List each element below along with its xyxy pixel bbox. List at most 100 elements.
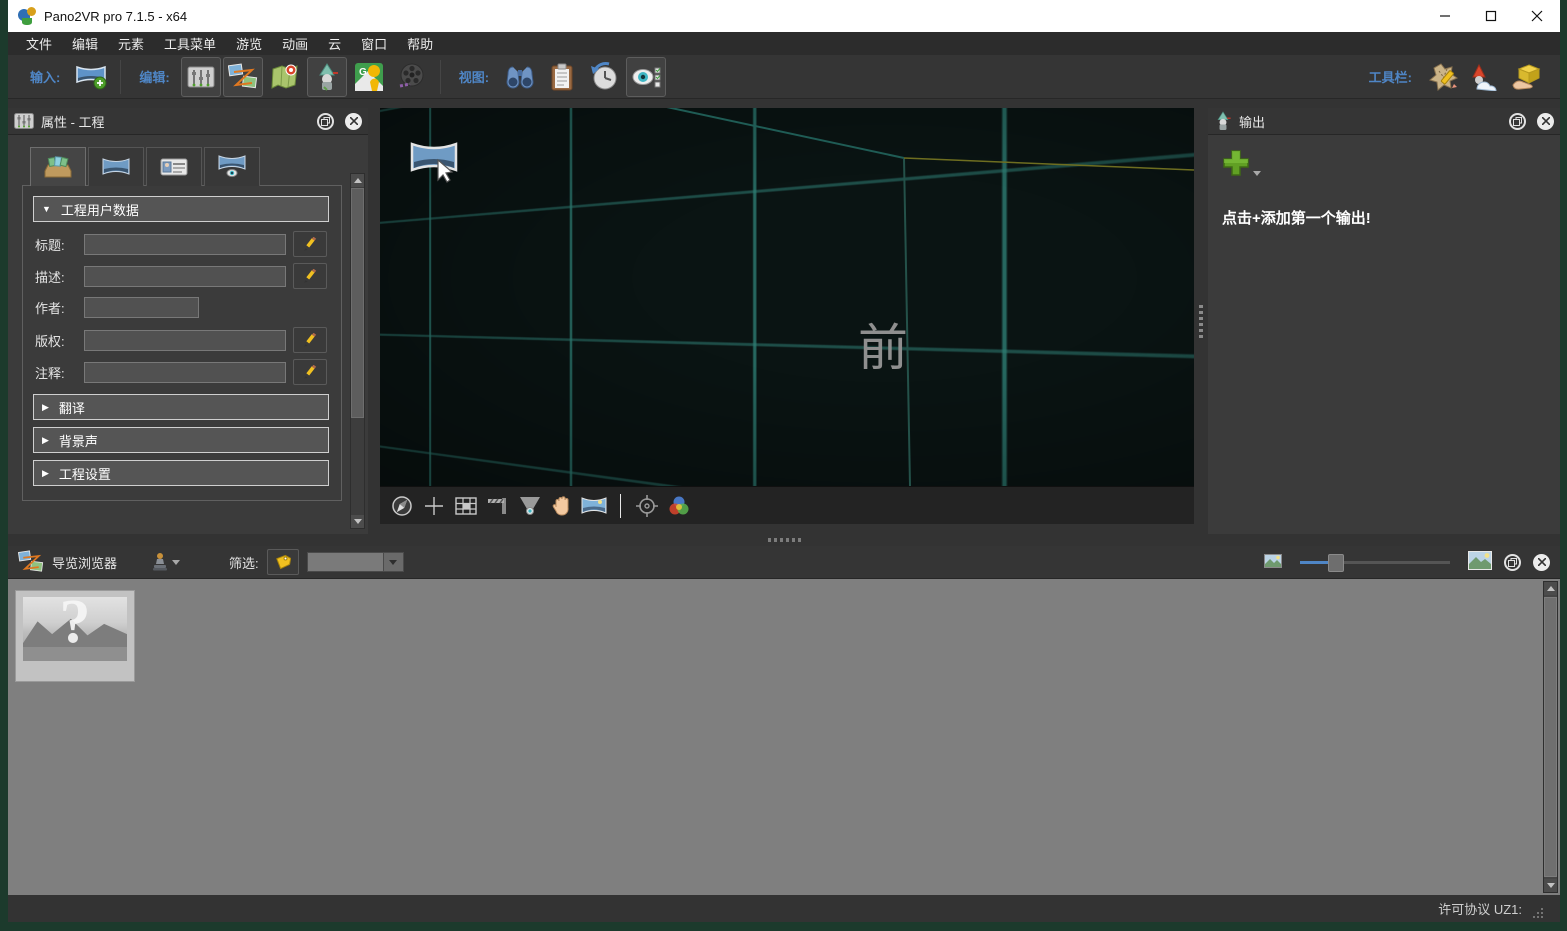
toolbar-separator — [120, 60, 121, 94]
stamp-filter-button[interactable] — [151, 552, 181, 572]
add-node-icon[interactable] — [418, 492, 450, 520]
edit-comment-button[interactable] — [293, 359, 327, 385]
properties-panel-icon[interactable] — [181, 57, 221, 97]
resize-grip[interactable] — [1532, 907, 1544, 919]
map-icon[interactable] — [265, 57, 305, 97]
menu-animation[interactable]: 动画 — [272, 32, 318, 55]
panorama-view-icon[interactable] — [578, 492, 610, 520]
video-output-icon[interactable] — [391, 57, 431, 97]
menu-edit[interactable]: 编辑 — [62, 32, 108, 55]
view-group-label: 视图: — [459, 67, 489, 86]
add-output-button[interactable] — [1222, 149, 1266, 177]
author-input[interactable] — [84, 297, 199, 318]
close-panel-button[interactable] — [1533, 554, 1550, 571]
field-copyright: 版权: — [35, 327, 327, 352]
tab-viewer[interactable] — [204, 147, 260, 186]
properties-scrollbar[interactable] — [350, 173, 365, 529]
filter-label: 筛选: — [229, 553, 259, 572]
panorama-thumbnail[interactable]: ? — [16, 591, 134, 681]
time-icon[interactable] — [584, 57, 624, 97]
scroll-up-button[interactable] — [1544, 582, 1557, 595]
float-panel-button[interactable] — [1504, 554, 1521, 571]
output-panel-body: 点击+添加第一个输出! — [1208, 135, 1560, 534]
color-adjust-icon[interactable] — [663, 492, 695, 520]
output-panel-title: 输出 — [1239, 112, 1265, 131]
section-user-data-label: 工程用户数据 — [61, 200, 139, 219]
scroll-down-button[interactable] — [351, 515, 364, 528]
filter-combobox[interactable] — [307, 552, 404, 572]
statusbar: 许可协议 UZ1: — [8, 895, 1560, 922]
scroll-thumb[interactable] — [1544, 597, 1557, 877]
menu-tools[interactable]: 工具菜单 — [154, 32, 226, 55]
section-background-sound[interactable]: ▶ 背景声 — [33, 427, 329, 453]
app-logo-icon — [18, 7, 36, 25]
maximize-button[interactable] — [1468, 0, 1514, 32]
add-panorama-icon[interactable] — [71, 57, 111, 97]
browser-scrollbar[interactable] — [1543, 581, 1558, 893]
panorama-viewport[interactable]: 前 — [380, 108, 1194, 486]
scroll-thumb[interactable] — [351, 188, 364, 418]
tab-project-user-data[interactable] — [30, 147, 86, 186]
float-panel-button[interactable] — [317, 113, 334, 130]
scroll-up-button[interactable] — [351, 174, 364, 187]
splitter-handle[interactable] — [1199, 305, 1203, 338]
close-panel-button[interactable] — [345, 113, 362, 130]
menu-file[interactable]: 文件 — [16, 32, 62, 55]
minimize-button[interactable] — [1422, 0, 1468, 32]
viewer-state-icon[interactable] — [626, 57, 666, 97]
edit-copyright-button[interactable] — [293, 327, 327, 353]
filter-combobox-arrow[interactable] — [383, 553, 403, 571]
menu-elements[interactable]: 元素 — [108, 32, 154, 55]
edit-title-button[interactable] — [293, 231, 327, 257]
limit-barrier-icon[interactable] — [482, 492, 514, 520]
float-panel-button[interactable] — [1509, 113, 1526, 130]
tour-browser-icon[interactable] — [223, 57, 263, 97]
tag-filter-button[interactable] — [267, 549, 299, 575]
vertical-splitter[interactable] — [1194, 108, 1208, 534]
output-gnome-icon[interactable] — [307, 57, 347, 97]
close-panel-button[interactable] — [1537, 113, 1554, 130]
edit-description-button[interactable] — [293, 263, 327, 289]
section-user-data[interactable]: ▼ 工程用户数据 — [33, 196, 329, 222]
scroll-down-button[interactable] — [1544, 879, 1557, 892]
thumbnail-zoom-slider[interactable] — [1300, 553, 1450, 571]
close-button[interactable] — [1514, 0, 1560, 32]
viewport-toolbar-separator — [620, 494, 621, 518]
patch-editor-icon[interactable] — [1423, 57, 1463, 97]
titlebar: Pano2VR pro 7.1.5 - x64 — [8, 0, 1560, 32]
title-label: 标题: — [35, 235, 77, 254]
thumbnail-size-small-icon — [1264, 554, 1282, 571]
section-collapsed-icon: ▶ — [42, 402, 49, 413]
section-project-settings[interactable]: ▶ 工程设置 — [33, 460, 329, 486]
pan-hand-icon[interactable] — [546, 492, 578, 520]
section-translation[interactable]: ▶ 翻译 — [33, 394, 329, 420]
menu-help[interactable]: 帮助 — [397, 32, 443, 55]
menu-window[interactable]: 窗口 — [351, 32, 397, 55]
splitter-handle[interactable] — [768, 538, 801, 542]
publish-box-icon[interactable] — [1507, 57, 1547, 97]
fov-icon[interactable] — [514, 492, 546, 520]
properties-panel-title: 属性 - 工程 — [41, 112, 105, 131]
title-input[interactable] — [84, 234, 286, 255]
output-panel: 输出 点击+添加第一个输出! — [1208, 108, 1560, 534]
grid-icon[interactable] — [450, 492, 482, 520]
find-binoculars-icon[interactable] — [500, 57, 540, 97]
tab-panorama[interactable] — [88, 147, 144, 186]
add-output-dropdown-caret[interactable] — [1253, 170, 1262, 177]
horizontal-splitter[interactable] — [8, 534, 1560, 546]
cloud-upload-gnome-icon[interactable] — [1465, 57, 1505, 97]
menu-tour[interactable]: 游览 — [226, 32, 272, 55]
tab-metadata-card[interactable] — [146, 147, 202, 186]
comment-input[interactable] — [84, 362, 286, 383]
street-view-icon[interactable]: G — [349, 57, 389, 97]
compass-icon[interactable] — [386, 492, 418, 520]
slider-handle[interactable] — [1328, 554, 1344, 572]
task-list-icon[interactable] — [542, 57, 582, 97]
menu-cloud[interactable]: 云 — [318, 32, 351, 55]
field-title: 标题: — [35, 231, 327, 256]
author-label: 作者: — [35, 298, 77, 317]
tour-browser-title: 导览浏览器 — [52, 553, 117, 572]
description-input[interactable] — [84, 266, 286, 287]
target-center-icon[interactable] — [631, 492, 663, 520]
copyright-input[interactable] — [84, 330, 286, 351]
